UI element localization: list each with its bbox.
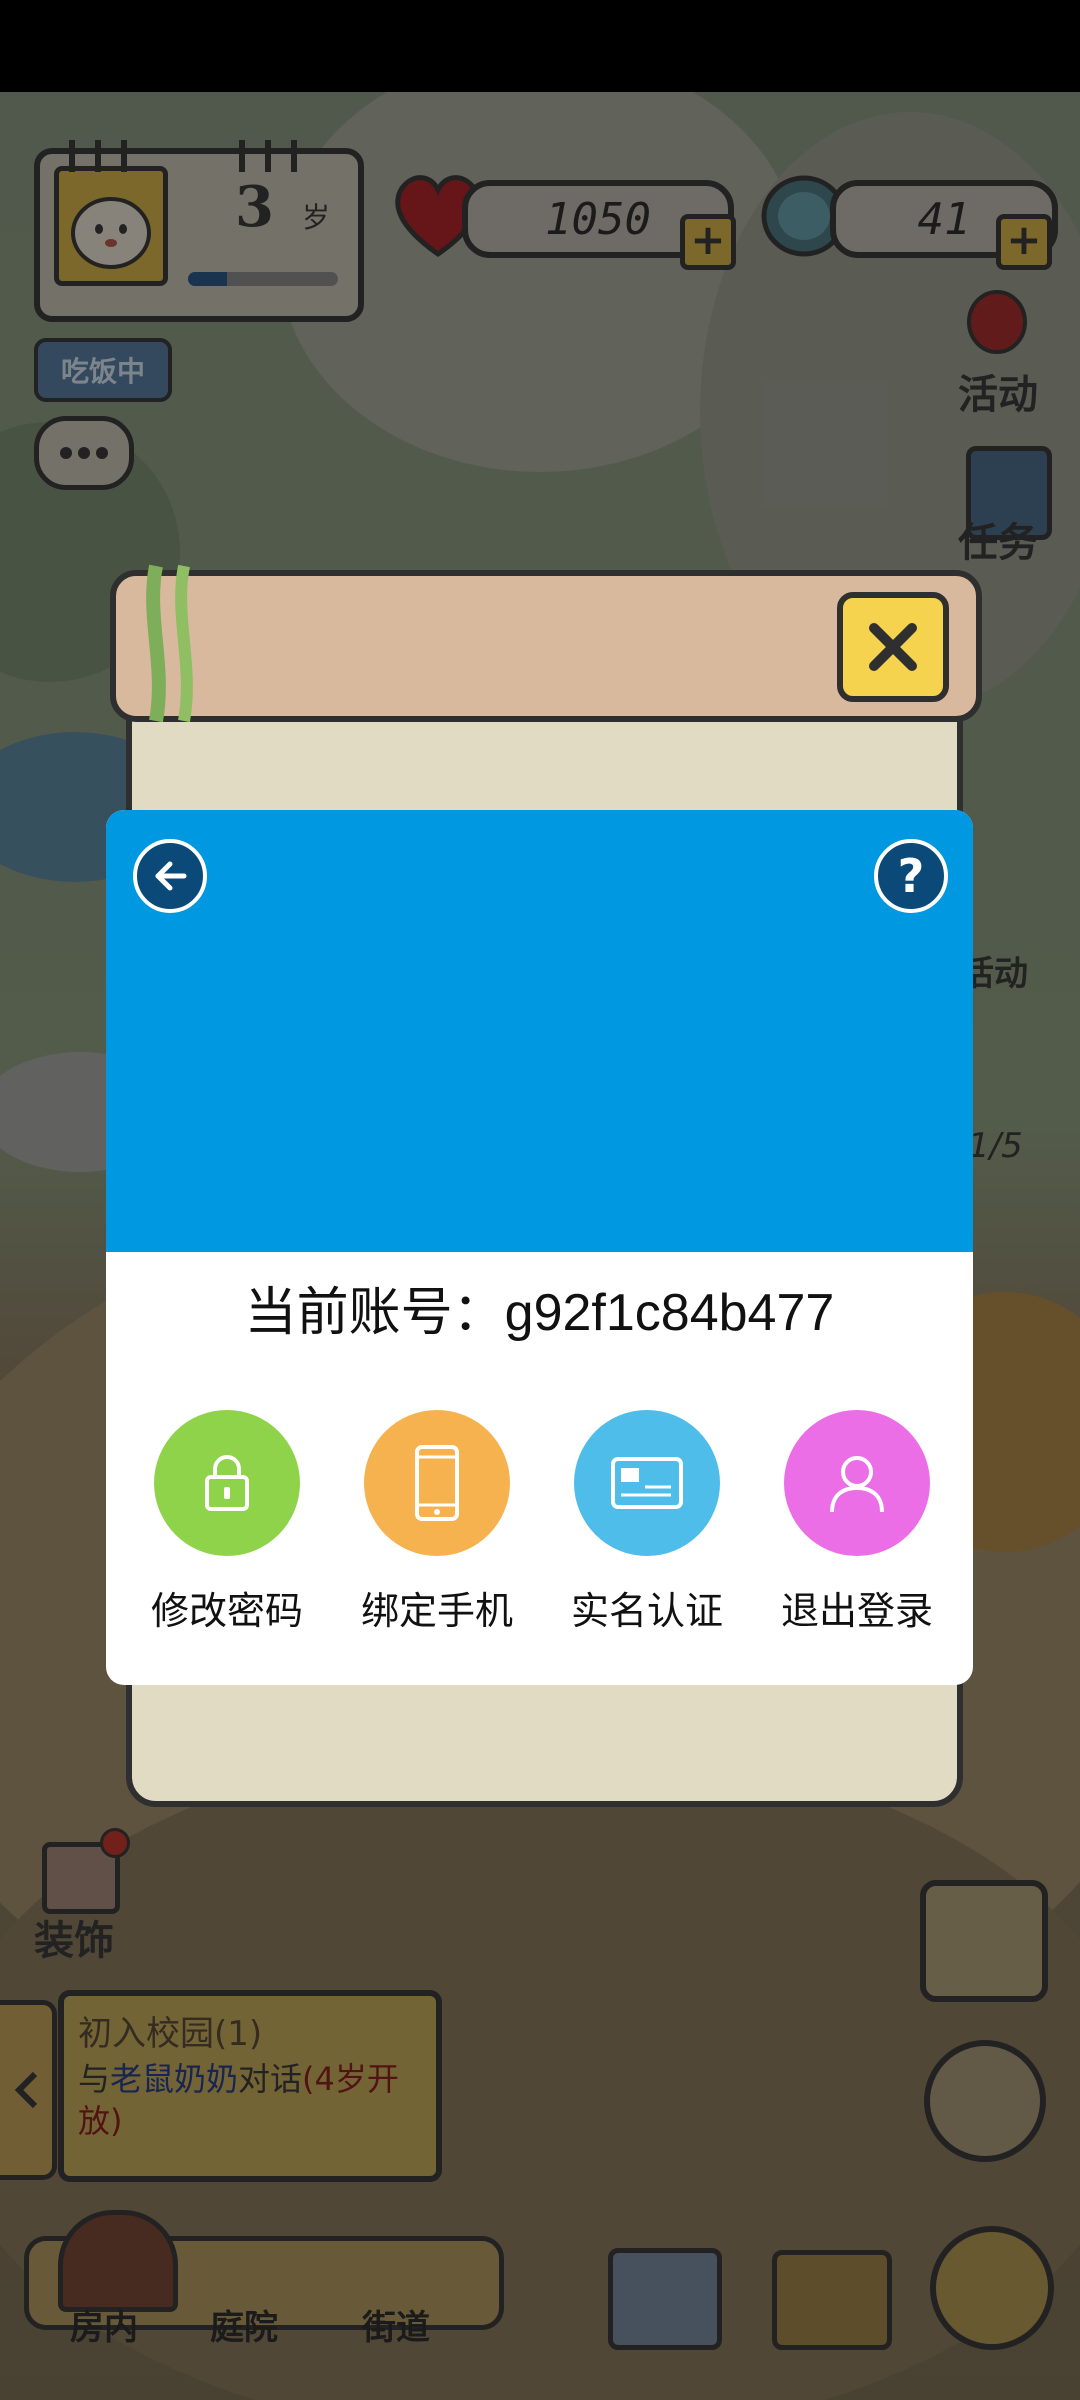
user-icon [830, 1456, 884, 1513]
real-name-verify-label: 实名认证 [570, 1589, 723, 1633]
logout-button[interactable]: 退出登录 [757, 1410, 957, 1635]
help-button[interactable]: ? [874, 839, 948, 913]
lock-icon [205, 1455, 249, 1511]
current-account: 当前账号：g92f1c84b477 [106, 1270, 973, 1345]
id-card-icon [611, 1457, 683, 1509]
real-name-verify-button[interactable]: 实名认证 [547, 1410, 747, 1635]
account-label: 当前账号： [244, 1284, 505, 1342]
logout-icon-circle [784, 1410, 930, 1556]
bind-phone-label: 绑定手机 [360, 1589, 513, 1633]
bind-phone-button[interactable]: 绑定手机 [337, 1410, 537, 1635]
account-dialog: ? 当前账号：g92f1c84b477 修改密码 绑定手机 实名认证 退出登录 [106, 810, 973, 1685]
back-button[interactable] [133, 839, 207, 913]
dialog-header [106, 810, 973, 1252]
bind-phone-icon-circle [364, 1410, 510, 1556]
change-password-icon-circle [154, 1410, 300, 1556]
arrow-left-icon [155, 861, 187, 891]
change-password-button[interactable]: 修改密码 [127, 1410, 327, 1635]
change-password-label: 修改密码 [150, 1589, 303, 1633]
real-name-verify-icon-circle [574, 1410, 720, 1556]
close-button[interactable] [837, 592, 949, 702]
logout-label: 退出登录 [780, 1589, 933, 1633]
phone-icon [415, 1445, 459, 1521]
vine-left-icon [146, 564, 193, 723]
question-mark-icon: ? [897, 849, 925, 903]
account-id: g92f1c84b477 [504, 1284, 835, 1342]
close-icon [869, 623, 917, 671]
